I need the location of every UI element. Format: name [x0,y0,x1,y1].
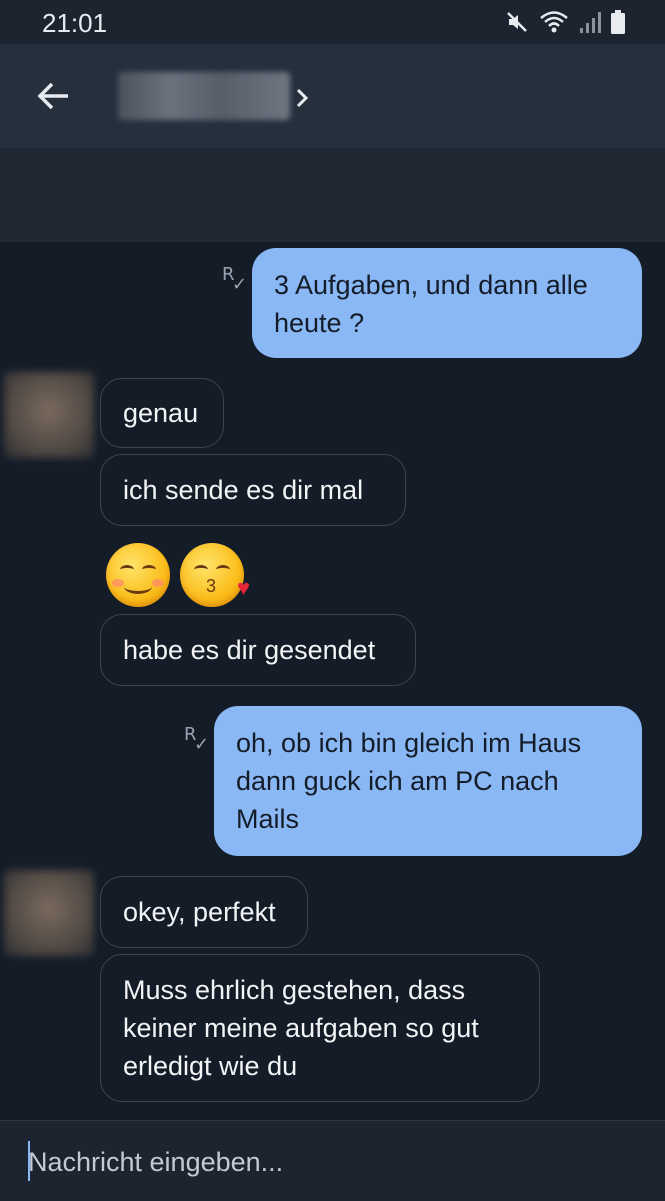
chat-thread: R ✓ 3 Aufgaben, und dann alle heute ? ge… [0,242,665,1120]
message-bubble-incoming[interactable]: habe es dir gesendet [100,614,416,686]
contact-name[interactable] [118,72,290,120]
signal-icon [579,10,601,39]
wifi-icon [539,10,569,39]
message-bubble-outgoing[interactable]: 3 Aufgaben, und dann alle heute ? [252,248,642,358]
heart-icon: ♥ [236,575,250,600]
app-bar [0,44,665,148]
message-bubble-incoming[interactable]: ich sende es dir mal [100,454,406,526]
avatar[interactable] [4,372,94,458]
message-bubble-incoming[interactable]: okey, perfekt [100,876,308,948]
face-blowing-kiss-icon[interactable]: 3 ♥ [180,543,250,607]
message-bubble-incoming[interactable]: Muss ehrlich gestehen, dass keiner meine… [100,954,540,1102]
header-sub-bar [0,148,665,242]
smiling-face-icon[interactable] [106,543,170,607]
message-bubble-incoming[interactable]: genau [100,378,224,448]
check-icon: ✓ [194,734,210,755]
message-bubble-outgoing[interactable]: oh, ob ich bin gleich im Haus dann guck … [214,706,642,856]
status-icons [505,10,625,39]
status-time: 21:01 [42,8,108,38]
avatar[interactable] [4,870,94,956]
arrow-left-icon[interactable] [34,76,74,116]
status-bar: 21:01 [0,0,665,44]
text-cursor [28,1141,30,1181]
mute-icon [505,10,529,39]
message-input[interactable] [28,1139,628,1185]
check-icon: ✓ [232,274,248,295]
battery-icon [611,10,625,39]
chevron-right-icon[interactable] [290,84,314,112]
message-composer [0,1120,665,1201]
